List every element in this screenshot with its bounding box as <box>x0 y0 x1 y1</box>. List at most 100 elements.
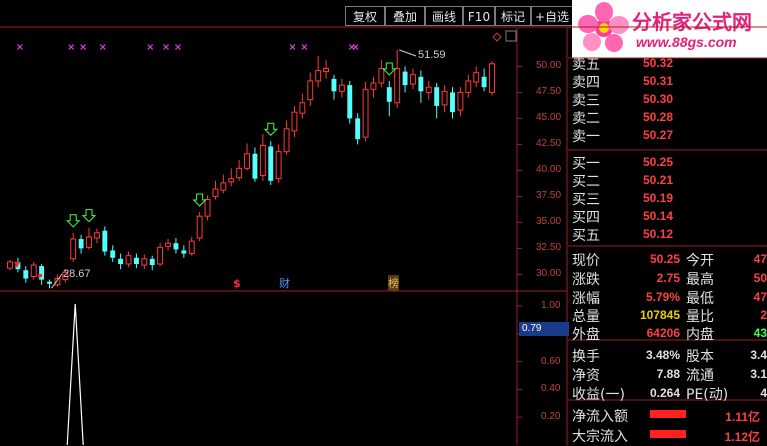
current-price-value: 50.25 <box>649 252 680 266</box>
equity-label: 股本 <box>686 349 714 365</box>
low-label: 最低 <box>686 291 714 307</box>
change-value: 2.75 <box>656 271 680 285</box>
net-inflow-label: 净流入额 <box>572 409 628 425</box>
price-tick-label: 30.00 <box>536 268 562 280</box>
candle-body <box>323 67 330 73</box>
high-label: 最高 <box>686 272 714 288</box>
candle-body <box>141 258 148 266</box>
inner-value: 43 <box>753 326 767 340</box>
candle-body <box>370 82 377 90</box>
candle-body <box>394 67 401 104</box>
buy-level-3-price[interactable]: 50.19 <box>643 191 673 205</box>
candle-body <box>181 250 187 254</box>
eps-label: 收益(一) <box>572 387 625 403</box>
vol-ratio-label: 量比 <box>686 309 714 325</box>
buy-level-4-label: 买四 <box>572 210 600 226</box>
x-signal-icon <box>68 44 75 50</box>
x-signal-icon <box>80 44 87 50</box>
x-signal-icon <box>163 44 169 50</box>
candle-body <box>78 239 84 249</box>
buy-level-5-label: 买五 <box>572 228 600 244</box>
price-tick-label: 35.00 <box>536 216 562 228</box>
block-inflow-value: 1.12亿 <box>724 430 760 444</box>
x-signal-icon <box>175 44 181 50</box>
candle-body <box>102 230 108 252</box>
buy-level-1-price[interactable]: 50.25 <box>643 155 673 169</box>
candle-body <box>149 258 155 266</box>
candle-body <box>489 63 495 93</box>
buy-level-2-price[interactable]: 50.21 <box>643 173 673 187</box>
candle-body <box>331 78 337 92</box>
indicator-tick-label: 0.60 <box>541 355 561 367</box>
indicator-current-value: 0.79 <box>519 322 569 336</box>
diamond-icon <box>492 32 502 42</box>
candle-body <box>386 87 392 102</box>
candle-body <box>7 261 13 269</box>
turnover-label: 换手 <box>572 349 600 365</box>
block-inflow-label: 大宗流入 <box>572 429 628 445</box>
sell-level-2-price[interactable]: 50.31 <box>643 74 673 88</box>
change-label: 涨跌 <box>572 272 600 288</box>
candle-body <box>355 118 361 140</box>
candle-body <box>481 76 487 88</box>
candle-body <box>252 153 258 179</box>
candle-body <box>457 91 464 111</box>
vol-ratio-value: 2 <box>760 308 767 322</box>
buy-level-5-price[interactable]: 50.12 <box>643 227 673 241</box>
outer-label: 外盘 <box>572 327 600 343</box>
price-tick-label: 37.50 <box>536 190 562 202</box>
buy-arrow-icon <box>66 214 81 228</box>
block-inflow-bar <box>650 430 686 438</box>
candle-body <box>418 76 424 92</box>
x-signal-icon <box>289 44 296 50</box>
equity-value: 3.4 <box>750 348 767 362</box>
candle-body <box>228 178 235 183</box>
net-inflow-value: 1.11亿 <box>725 410 760 424</box>
sell-level-5-price[interactable]: 50.27 <box>643 128 673 142</box>
candle-body <box>173 243 179 250</box>
dollar-marker[interactable]: $ <box>233 277 241 290</box>
sell-level-1-price[interactable]: 50.32 <box>643 56 673 70</box>
candle-body <box>70 238 77 260</box>
net-inflow-bar <box>650 410 686 418</box>
rank-marker[interactable]: 榜 <box>388 275 399 291</box>
candle-body <box>39 266 45 280</box>
candle-body <box>259 144 266 177</box>
candle-body <box>268 146 274 181</box>
low-value: 47 <box>753 290 767 304</box>
eps-value: 0.264 <box>649 386 680 400</box>
red-dot-icon <box>38 274 42 277</box>
buy-arrow-icon <box>382 62 397 76</box>
inner-label: 内盘 <box>686 327 714 343</box>
candle-body <box>378 67 385 84</box>
candle-body <box>220 182 227 191</box>
candle-body <box>165 242 171 247</box>
candle-body <box>291 111 298 132</box>
outer-value: 64206 <box>646 326 680 340</box>
price-tick-label: 47.50 <box>536 86 562 98</box>
nav-value: 7.88 <box>656 367 680 381</box>
high-value: 50 <box>753 271 767 285</box>
buy-arrow-icon <box>81 209 97 223</box>
sell-level-4-price[interactable]: 50.28 <box>643 110 673 124</box>
price-tick-label: 45.00 <box>536 112 562 124</box>
x-signal-icon <box>301 44 308 50</box>
open-value: 47 <box>753 252 767 266</box>
candle-body <box>110 250 116 258</box>
sell-level-5-label: 卖一 <box>572 129 600 145</box>
low-price-label: 28.67 <box>63 268 91 280</box>
finance-marker[interactable]: 财 <box>279 275 290 291</box>
indicator-tick-label: 0.20 <box>541 411 561 423</box>
candle-body <box>315 70 322 82</box>
sell-level-3-price[interactable]: 50.30 <box>643 92 673 106</box>
indicator-spike-line <box>66 303 84 445</box>
candle-body <box>244 153 250 169</box>
buy-level-4-price[interactable]: 50.14 <box>643 209 673 223</box>
candle-body <box>434 87 440 106</box>
candle-body <box>441 90 448 106</box>
candle-body <box>86 236 92 248</box>
pe-value: 4 <box>760 386 767 400</box>
sell-level-2-label: 卖四 <box>572 75 600 91</box>
open-label: 今开 <box>686 253 714 269</box>
price-tick-label: 42.50 <box>536 138 562 150</box>
